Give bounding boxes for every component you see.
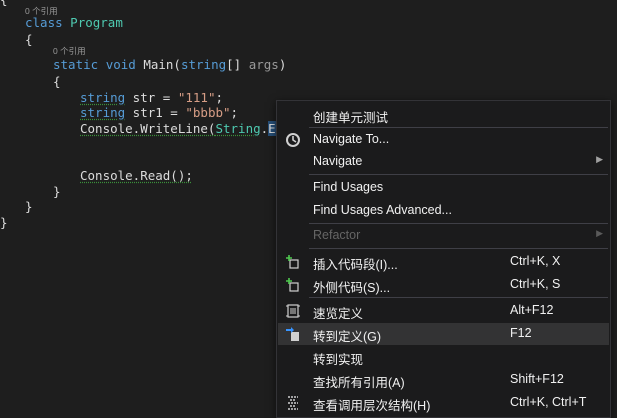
brace: { <box>53 74 61 89</box>
keyword: static <box>53 57 99 72</box>
code-line: } <box>25 199 33 214</box>
go-to-definition-icon <box>285 326 301 342</box>
parameter: args <box>248 57 279 72</box>
keyword: string <box>180 57 227 72</box>
menu-item-peek-definition[interactable]: 速览定义 Alt+F12 <box>278 300 609 322</box>
code-text: str = <box>125 90 178 105</box>
menu-item-shortcut: Alt+F12 <box>510 303 554 317</box>
string-literal: "111" <box>177 90 216 105</box>
menu-item-navigate-to[interactable]: Navigate To... <box>278 129 609 151</box>
menu-item-label: Refactor <box>313 228 361 242</box>
menu-item-shortcut: Ctrl+K, X <box>510 254 561 268</box>
menu-item-find-all-references[interactable]: 查找所有引用(A) Shift+F12 <box>278 369 609 391</box>
menu-item-label: 外侧代码(S)... <box>313 281 391 295</box>
menu-item-view-call-hierarchy[interactable]: 查看调用层次结构(H) Ctrl+K, Ctrl+T <box>278 392 609 414</box>
code-line: Console.WriteLine(String.Equa <box>80 121 299 136</box>
menu-item-go-to-definition[interactable]: 转到定义(G) F12 <box>278 323 609 345</box>
menu-item-shortcut: Ctrl+K, S <box>510 277 561 291</box>
menu-item-label: 速览定义 <box>313 307 364 321</box>
code-text: Console.WriteLine( <box>80 121 216 136</box>
menu-item-shortcut: Ctrl+K, Ctrl+T <box>510 395 587 409</box>
keyword: string <box>80 90 126 105</box>
menu-separator <box>309 174 608 175</box>
call-hierarchy-icon <box>285 395 301 411</box>
reference-count-lens[interactable]: 0 个引用 <box>53 46 86 56</box>
code-text: Console.Read(); <box>80 168 193 183</box>
menu-item-label: Find Usages <box>313 180 384 194</box>
menu-item-label: 转到定义(G) <box>313 330 382 344</box>
keyword: string <box>80 105 126 120</box>
context-menu: 创建单元测试 Navigate To... Navigate ▶ Find Us… <box>276 100 611 418</box>
code-line: { <box>53 74 61 89</box>
code-text: ; <box>230 105 239 120</box>
menu-separator <box>309 223 608 224</box>
code-text: ; <box>215 90 224 105</box>
surround-with-icon <box>285 277 301 293</box>
code-line: static void Main(string[] args) <box>53 57 286 72</box>
code-line: { <box>0 0 8 7</box>
string-literal: "bbbb" <box>185 105 231 120</box>
code-text: str1 = <box>125 105 186 120</box>
brace: { <box>25 32 33 47</box>
menu-item-label: Find Usages Advanced... <box>313 203 452 217</box>
menu-item-go-to-implementation[interactable]: 转到实现 <box>278 346 609 368</box>
class-name: Program <box>70 15 123 30</box>
code-text: ) <box>278 57 287 72</box>
type-name: String <box>215 121 261 136</box>
brace: } <box>53 184 61 199</box>
menu-item-navigate[interactable]: Navigate ▶ <box>278 151 609 173</box>
keyword: void <box>105 57 136 72</box>
menu-separator <box>309 127 608 128</box>
keyword: class <box>25 15 63 30</box>
menu-separator <box>309 297 608 298</box>
code-line: } <box>53 184 61 199</box>
menu-item-label: Navigate To... <box>313 132 390 146</box>
menu-item-create-unit-tests[interactable]: 创建单元测试 <box>278 104 609 126</box>
menu-item-label: Navigate <box>313 154 363 168</box>
brace: { <box>0 0 8 7</box>
menu-item-refactor: Refactor ▶ <box>278 225 609 247</box>
menu-item-label: 查看调用层次结构(H) <box>313 399 431 413</box>
menu-item-find-usages[interactable]: Find Usages <box>278 177 609 199</box>
code-line: { <box>25 32 33 47</box>
brace: } <box>25 199 33 214</box>
menu-item-label: 转到实现 <box>313 353 364 367</box>
menu-item-surround-with[interactable]: 外侧代码(S)... Ctrl+K, S <box>278 274 609 296</box>
menu-item-label: 创建单元测试 <box>313 111 389 125</box>
menu-item-label: 查找所有引用(A) <box>313 376 405 390</box>
method-name: Main( <box>143 57 181 72</box>
menu-item-find-usages-advanced[interactable]: Find Usages Advanced... <box>278 200 609 222</box>
menu-separator <box>309 248 608 249</box>
menu-item-shortcut: Shift+F12 <box>510 372 564 386</box>
code-line: Console.Read(); <box>80 168 193 183</box>
navigate-to-icon <box>285 132 301 148</box>
code-text: [] <box>226 57 249 72</box>
code-line: class Program <box>25 15 123 30</box>
menu-item-shortcut: F12 <box>510 326 532 340</box>
insert-snippet-icon <box>285 254 301 270</box>
code-line: string str = "111"; <box>80 90 223 105</box>
menu-item-label: 插入代码段(I)... <box>313 258 398 272</box>
brace: } <box>0 215 8 230</box>
code-line: } <box>0 215 8 230</box>
peek-definition-icon <box>285 303 301 319</box>
menu-item-insert-snippet[interactable]: 插入代码段(I)... Ctrl+K, X <box>278 251 609 273</box>
submenu-arrow-icon: ▶ <box>596 228 603 238</box>
code-line: string str1 = "bbbb"; <box>80 105 238 120</box>
submenu-arrow-icon: ▶ <box>596 154 603 164</box>
